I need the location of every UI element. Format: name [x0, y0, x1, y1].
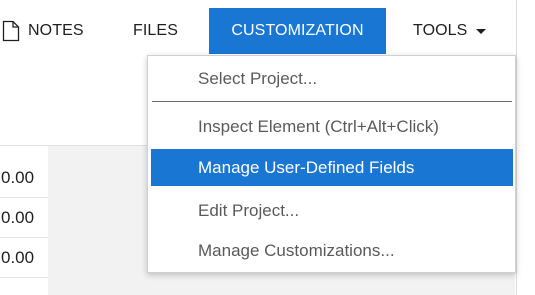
- tab-notes-label: NOTES: [28, 22, 84, 39]
- grid-cell[interactable]: 0.00: [0, 238, 48, 278]
- grid-cell[interactable]: 0.00: [0, 158, 48, 198]
- tab-tools-label: TOOLS: [413, 22, 468, 39]
- menu-item-select-project[interactable]: Select Project...: [151, 60, 513, 97]
- tab-files-label: FILES: [133, 22, 178, 39]
- document-icon: [2, 20, 20, 42]
- menu-item-inspect-element[interactable]: Inspect Element (Ctrl+Alt+Click): [151, 108, 513, 145]
- tab-customization[interactable]: CUSTOMIZATION: [209, 8, 386, 54]
- menu-item-label: Inspect Element (Ctrl+Alt+Click): [198, 116, 439, 136]
- menu-item-label: Select Project...: [198, 68, 318, 88]
- menu-item-manage-customizations[interactable]: Manage Customizations...: [151, 232, 513, 269]
- tab-files[interactable]: FILES: [133, 8, 178, 54]
- menu-item-label: Manage User-Defined Fields: [198, 157, 415, 177]
- caret-down-icon: [476, 28, 487, 34]
- tab-customization-label: CUSTOMIZATION: [231, 22, 364, 39]
- tab-tools[interactable]: TOOLS: [413, 8, 487, 54]
- tab-notes[interactable]: NOTES: [2, 8, 84, 54]
- menu-item-manage-user-defined-fields[interactable]: Manage User-Defined Fields: [151, 149, 513, 186]
- toolbar: NOTES FILES CUSTOMIZATION TOOLS: [0, 0, 535, 57]
- menu-separator: [152, 101, 512, 102]
- grid-cell[interactable]: 0.00: [0, 198, 48, 238]
- tools-dropdown-menu: Select Project... Inspect Element (Ctrl+…: [147, 55, 516, 273]
- menu-item-label: Manage Customizations...: [198, 240, 395, 260]
- vertical-scrollbar[interactable]: [516, 0, 535, 295]
- menu-item-label: Edit Project...: [198, 200, 300, 220]
- menu-item-edit-project[interactable]: Edit Project...: [151, 192, 513, 229]
- grid-column: 0.00 0.00 0.00: [0, 146, 48, 295]
